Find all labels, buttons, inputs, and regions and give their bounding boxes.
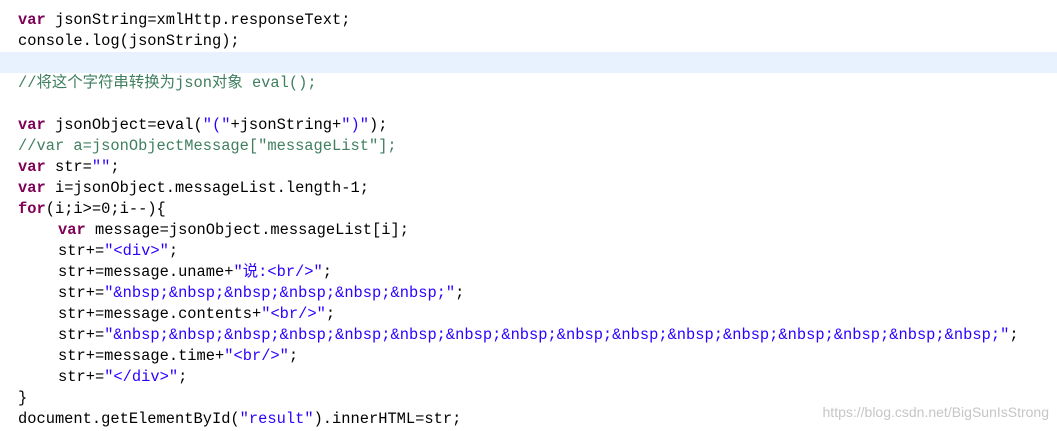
code-token: jsonString=xmlHttp.responseText; xyxy=(45,11,351,29)
line-content: console.log(jsonString); xyxy=(18,31,240,52)
string-token: ")" xyxy=(341,116,370,134)
code-line[interactable]: var str=""; xyxy=(0,157,1057,178)
code-line[interactable] xyxy=(0,94,1057,115)
code-token: i=jsonObject.messageList.length-1; xyxy=(45,179,369,197)
code-token: ; xyxy=(168,242,179,260)
code-line[interactable]: str+=message.contents+"<br/>"; xyxy=(0,304,1057,325)
code-token: document.getElementById( xyxy=(18,410,240,428)
line-content: str+="</div>"; xyxy=(58,367,187,388)
code-token: str+=message.time+ xyxy=(58,347,225,365)
code-token: str= xyxy=(45,158,92,176)
code-token: ; xyxy=(455,284,465,302)
watermark: https://blog.csdn.net/BigSunIsStrong xyxy=(822,404,1049,420)
string-token: "result" xyxy=(239,410,314,428)
string-token: "&nbsp;&nbsp;&nbsp;&nbsp;&nbsp;&nbsp;" xyxy=(104,284,456,302)
line-content: str+=message.uname+"说:<br/>"; xyxy=(58,262,332,283)
line-content: str+="&nbsp;&nbsp;&nbsp;&nbsp;&nbsp;&nbs… xyxy=(58,325,1019,346)
line-content: var i=jsonObject.messageList.length-1; xyxy=(18,178,369,199)
comment-token: //var a=jsonObjectMessage["messageList"]… xyxy=(18,137,397,155)
code-token: str+= xyxy=(58,326,105,344)
code-token: jsonObject=eval( xyxy=(45,116,203,134)
line-content: var jsonString=xmlHttp.responseText; xyxy=(18,10,351,31)
line-content: str+="<div>"; xyxy=(58,241,178,262)
string-token: "" xyxy=(91,158,111,176)
string-token: "<div>" xyxy=(104,242,169,260)
code-token: ).innerHTML=str; xyxy=(313,410,462,428)
keyword-token: var xyxy=(18,179,46,197)
comment-token: //将这个字符串转换为json对象 eval(); xyxy=(18,74,317,92)
string-token: "<br/>" xyxy=(261,305,326,323)
string-token: "说:<br/>" xyxy=(233,263,323,281)
line-content: //将这个字符串转换为json对象 eval(); xyxy=(18,73,317,94)
line-content: str+=message.time+"<br/>"; xyxy=(58,346,298,367)
code-line[interactable]: str+="&nbsp;&nbsp;&nbsp;&nbsp;&nbsp;&nbs… xyxy=(0,283,1057,304)
code-token: str+=message.uname+ xyxy=(58,263,234,281)
code-line[interactable]: var jsonObject=eval("("+jsonString+")"); xyxy=(0,115,1057,136)
code-line[interactable]: var jsonString=xmlHttp.responseText; xyxy=(0,10,1057,31)
line-content: var str=""; xyxy=(18,157,120,178)
keyword-token: var xyxy=(58,221,86,239)
string-token: "&nbsp;&nbsp;&nbsp;&nbsp;&nbsp;&nbsp;&nb… xyxy=(104,326,1010,344)
code-line[interactable]: for(i;i>=0;i--){ xyxy=(0,199,1057,220)
line-content: str+="&nbsp;&nbsp;&nbsp;&nbsp;&nbsp;&nbs… xyxy=(58,283,464,304)
current-line[interactable] xyxy=(0,52,1057,73)
code-token: str+=message.contents+ xyxy=(58,305,262,323)
code-token: str+= xyxy=(58,242,105,260)
line-content: } xyxy=(18,388,27,409)
code-token: str+= xyxy=(58,284,105,302)
line-content: document.getElementById("result").innerH… xyxy=(18,409,461,430)
keyword-token: for xyxy=(18,200,46,218)
code-line[interactable]: console.log(jsonString); xyxy=(0,31,1057,52)
code-token: } xyxy=(18,389,28,407)
code-line[interactable]: str+="</div>"; xyxy=(0,367,1057,388)
code-token: console.log(jsonString); xyxy=(18,32,240,50)
line-content: var message=jsonObject.messageList[i]; xyxy=(58,220,409,241)
string-token: "(" xyxy=(202,116,231,134)
string-token: "</div>" xyxy=(104,368,179,386)
code-editor[interactable]: var jsonString=xmlHttp.responseText; cons… xyxy=(0,0,1057,431)
code-line[interactable]: //将这个字符串转换为json对象 eval(); xyxy=(0,73,1057,94)
code-line[interactable]: str+=message.uname+"说:<br/>"; xyxy=(0,262,1057,283)
line-content: var jsonObject=eval("("+jsonString+")"); xyxy=(18,115,388,136)
code-token: ); xyxy=(369,116,388,134)
keyword-token: var xyxy=(18,11,46,29)
code-line[interactable]: var i=jsonObject.messageList.length-1; xyxy=(0,178,1057,199)
code-token: +jsonString+ xyxy=(230,116,342,134)
code-line[interactable]: str+="&nbsp;&nbsp;&nbsp;&nbsp;&nbsp;&nbs… xyxy=(0,325,1057,346)
code-token: ; xyxy=(288,347,299,365)
line-content: for(i;i>=0;i--){ xyxy=(18,199,166,220)
code-line[interactable]: var message=jsonObject.messageList[i]; xyxy=(0,220,1057,241)
code-token: ; xyxy=(110,158,120,176)
string-token: "<br/>" xyxy=(224,347,289,365)
keyword-token: var xyxy=(18,158,46,176)
code-line[interactable]: //var a=jsonObjectMessage["messageList"]… xyxy=(0,136,1057,157)
code-token: ; xyxy=(1009,326,1019,344)
code-token: (i;i>=0;i--){ xyxy=(45,200,166,218)
code-token: ; xyxy=(322,263,333,281)
code-token: str+= xyxy=(58,368,105,386)
code-token: ; xyxy=(325,305,336,323)
code-line[interactable]: str+="<div>"; xyxy=(0,241,1057,262)
code-token: message=jsonObject.messageList[i]; xyxy=(85,221,409,239)
line-content: //var a=jsonObjectMessage["messageList"]… xyxy=(18,136,397,157)
code-line[interactable]: str+=message.time+"<br/>"; xyxy=(0,346,1057,367)
code-token: ; xyxy=(178,368,188,386)
keyword-token: var xyxy=(18,116,46,134)
line-content: str+=message.contents+"<br/>"; xyxy=(58,304,335,325)
